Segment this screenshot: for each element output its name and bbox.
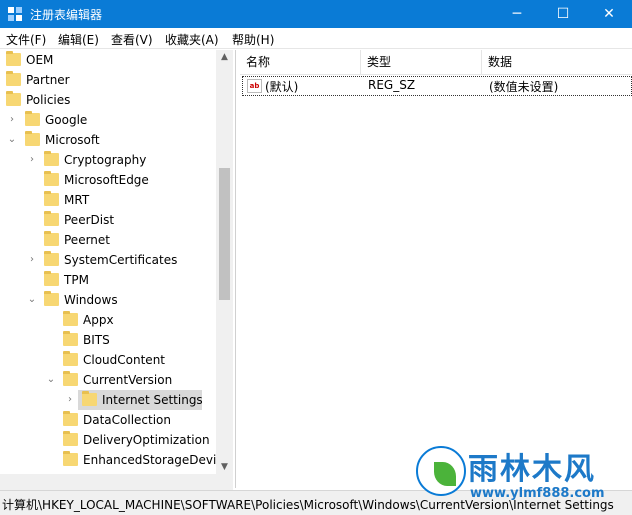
value-row-default[interactable]: ab (默认) REG_SZ (数值未设置) xyxy=(242,76,632,96)
tree-item-label: Internet Settings xyxy=(102,393,203,407)
watermark-url: www.ylmf888.com xyxy=(470,486,605,501)
tree-item-label: Google xyxy=(45,113,88,127)
window-title: 注册表编辑器 xyxy=(30,8,103,22)
close-button[interactable]: ✕ xyxy=(586,0,632,28)
expand-arrow-icon[interactable]: › xyxy=(27,150,37,170)
value-type: REG_SZ xyxy=(368,78,416,92)
folder-icon xyxy=(44,191,59,206)
string-value-icon: ab xyxy=(247,79,262,93)
menu-file[interactable]: 文件(F) xyxy=(6,31,46,48)
tree-item-label: SystemCertificates xyxy=(64,253,178,267)
tree-vertical-scrollbar[interactable]: ▲ ▼ xyxy=(216,50,233,474)
column-header-type[interactable]: 类型 xyxy=(361,50,482,74)
expand-arrow-icon[interactable]: › xyxy=(7,110,17,130)
scroll-down-arrow-icon[interactable]: ▼ xyxy=(216,462,233,472)
tree-item-label: MRT xyxy=(64,193,90,207)
folder-icon xyxy=(44,291,59,306)
folder-icon xyxy=(63,371,78,386)
registry-tree[interactable]: OEM Partner Policies › Google ⌄ Microsof… xyxy=(0,50,233,474)
tree-item-label: Windows xyxy=(64,293,118,307)
folder-icon xyxy=(63,311,78,326)
tree-item-label: MicrosoftEdge xyxy=(64,173,149,187)
folder-icon xyxy=(6,91,21,106)
menu-view[interactable]: 查看(V) xyxy=(111,31,153,48)
tree-item-label: Partner xyxy=(26,73,70,87)
tree-item-label: Cryptography xyxy=(64,153,147,167)
menu-help[interactable]: 帮助(H) xyxy=(232,31,274,48)
tree-item-label: TPM xyxy=(64,273,89,287)
folder-icon xyxy=(63,431,78,446)
folder-icon xyxy=(44,251,59,266)
tree-item-label: Appx xyxy=(83,313,114,327)
tree-item-label: Policies xyxy=(26,93,71,107)
watermark-logo-icon xyxy=(416,446,466,496)
collapse-arrow-icon[interactable]: ⌄ xyxy=(46,370,56,390)
tree-item-label: EnhancedStorageDevic xyxy=(83,453,223,467)
title-bar: 注册表编辑器 ─ ☐ ✕ xyxy=(0,0,632,28)
menu-edit[interactable]: 编辑(E) xyxy=(58,31,99,48)
folder-icon xyxy=(44,271,59,286)
watermark-title: 雨林木风 xyxy=(468,452,596,487)
folder-icon xyxy=(63,451,78,466)
tree-item-label: Microsoft xyxy=(45,133,100,147)
folder-icon xyxy=(63,411,78,426)
collapse-arrow-icon[interactable]: ⌄ xyxy=(27,290,37,310)
folder-icon xyxy=(6,51,21,66)
folder-icon xyxy=(44,151,59,166)
value-data: (数值未设置) xyxy=(489,80,559,94)
tree-item-label: CloudContent xyxy=(83,353,166,367)
collapse-arrow-icon[interactable]: ⌄ xyxy=(7,130,17,150)
tree-item-label: BITS xyxy=(83,333,110,347)
values-list[interactable]: 名称 类型 数据 ab (默认) REG_SZ (数值未设置) xyxy=(240,50,632,488)
expand-arrow-icon[interactable]: › xyxy=(27,250,37,270)
tree-item-label: CurrentVersion xyxy=(83,373,173,387)
list-header: 名称 类型 数据 xyxy=(240,50,632,75)
folder-icon xyxy=(25,111,40,126)
menu-favorites[interactable]: 收藏夹(A) xyxy=(165,31,219,48)
tree-item-label: DeliveryOptimization xyxy=(83,433,210,447)
menu-bar: 文件(F) 编辑(E) 查看(V) 收藏夹(A) 帮助(H) xyxy=(0,28,632,48)
tree-item-label: OEM xyxy=(26,53,54,67)
tree-item-label: Peernet xyxy=(64,233,110,247)
scroll-thumb[interactable] xyxy=(219,168,230,300)
tree-item-label: DataCollection xyxy=(83,413,172,427)
registry-editor-icon xyxy=(8,7,22,21)
leaf-icon xyxy=(434,462,456,486)
expand-arrow-icon[interactable]: › xyxy=(65,390,75,410)
folder-icon xyxy=(6,71,21,86)
tree-item-label: PeerDist xyxy=(64,213,115,227)
tree-horizontal-scrollbar[interactable] xyxy=(0,474,233,490)
column-header-name[interactable]: 名称 xyxy=(240,50,361,74)
folder-icon xyxy=(44,171,59,186)
minimize-button[interactable]: ─ xyxy=(494,0,540,28)
folder-icon xyxy=(63,351,78,366)
scroll-up-arrow-icon[interactable]: ▲ xyxy=(216,52,233,62)
folder-icon xyxy=(63,331,78,346)
folder-icon xyxy=(44,231,59,246)
watermark: 雨林木风 www.ylmf888.com xyxy=(410,440,632,514)
column-header-data[interactable]: 数据 xyxy=(482,50,632,74)
folder-icon xyxy=(25,131,40,146)
menu-separator xyxy=(0,48,632,49)
folder-icon xyxy=(44,211,59,226)
value-name: (默认) xyxy=(265,80,299,94)
maximize-button[interactable]: ☐ xyxy=(540,0,586,28)
folder-icon xyxy=(82,391,97,406)
